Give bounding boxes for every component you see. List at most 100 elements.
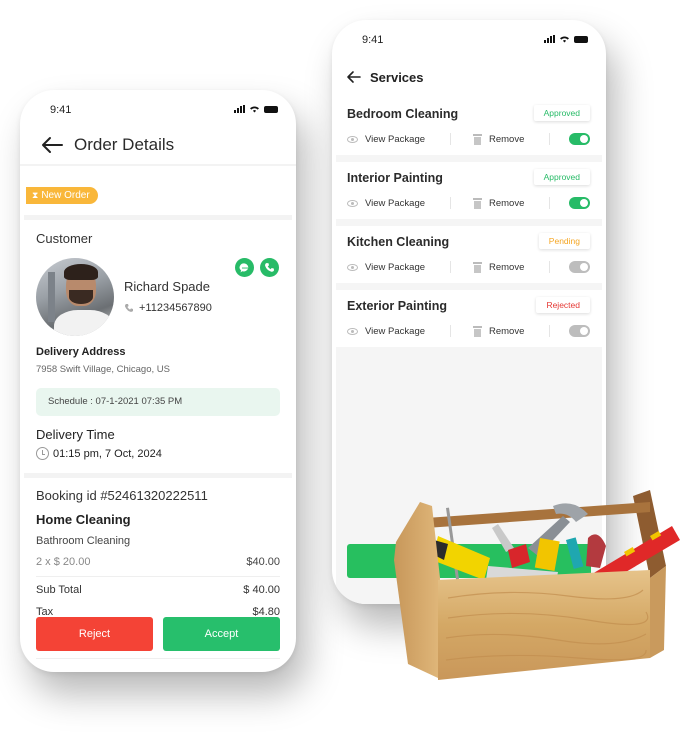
header: Order Details bbox=[20, 130, 296, 166]
back-arrow-icon[interactable] bbox=[346, 69, 362, 85]
page-title: Services bbox=[370, 70, 424, 85]
toolbox-handle bbox=[426, 502, 650, 528]
service-toggle[interactable] bbox=[569, 197, 590, 209]
customer-phone: +11234567890 bbox=[124, 302, 212, 314]
status-bar: 9:41 bbox=[20, 90, 296, 130]
service-title: Kitchen Cleaning bbox=[347, 235, 450, 249]
service-card: Interior Painting Approved View Package Rem… bbox=[336, 162, 602, 219]
status-badge: Rejected bbox=[536, 297, 590, 313]
remove-button[interactable]: Remove bbox=[473, 133, 549, 145]
line-total: $40.00 bbox=[246, 556, 280, 568]
order-details-phone: 9:41 Order Details ⧗ New Order Customer R… bbox=[20, 90, 296, 672]
trash-icon bbox=[473, 325, 482, 337]
view-package-label: View Package bbox=[365, 197, 426, 209]
toolbox-illustration bbox=[394, 490, 680, 680]
phone-call-icon bbox=[265, 263, 274, 272]
back-arrow-icon[interactable] bbox=[40, 135, 64, 155]
toolbox-front-panel bbox=[438, 570, 650, 680]
battery-icon bbox=[264, 106, 278, 113]
view-package-label: View Package bbox=[365, 261, 426, 273]
service-title: Bedroom Cleaning bbox=[347, 107, 459, 121]
delivery-time: 01:15 pm, 7 Oct, 2024 bbox=[36, 447, 162, 460]
eye-icon bbox=[347, 199, 358, 207]
trash-icon bbox=[473, 197, 482, 209]
accept-button[interactable]: Accept bbox=[163, 617, 280, 651]
service-actions: View Package Remove bbox=[347, 196, 590, 210]
delivery-time-value: 01:15 pm, 7 Oct, 2024 bbox=[53, 447, 162, 460]
service-name: Bathroom Cleaning bbox=[36, 535, 131, 547]
divider bbox=[549, 325, 550, 337]
signal-icon bbox=[234, 105, 245, 113]
service-actions: View Package Remove bbox=[347, 324, 590, 338]
customer-phone-number: +11234567890 bbox=[139, 302, 212, 314]
view-package-button[interactable]: View Package bbox=[347, 198, 450, 209]
schedule-box: Schedule : 07-1-2021 07:35 PM bbox=[36, 388, 280, 416]
status-badge: Pending bbox=[538, 233, 590, 249]
remove-label: Remove bbox=[489, 261, 525, 273]
customer-label: Customer bbox=[36, 231, 93, 246]
status-icons bbox=[234, 105, 278, 113]
divider bbox=[549, 261, 550, 273]
reject-button[interactable]: Reject bbox=[36, 617, 153, 651]
chat-button[interactable] bbox=[235, 258, 254, 277]
hourglass-icon: ⧗ bbox=[32, 190, 39, 200]
service-card: Bedroom Cleaning Approved View Package Remo… bbox=[336, 98, 602, 155]
service-title: Interior Painting bbox=[347, 171, 443, 185]
delivery-time-label: Delivery Time bbox=[36, 427, 115, 442]
remove-button[interactable]: Remove bbox=[473, 261, 549, 273]
trash-icon bbox=[473, 133, 482, 145]
divider bbox=[450, 325, 451, 337]
divider bbox=[36, 658, 280, 659]
delivery-address: 7958 Swift Village, Chicago, US bbox=[36, 364, 170, 375]
wifi-icon bbox=[560, 36, 569, 43]
battery-icon bbox=[574, 36, 588, 43]
remove-label: Remove bbox=[489, 197, 525, 209]
eye-icon bbox=[347, 263, 358, 271]
status-time: 9:41 bbox=[362, 34, 384, 46]
service-toggle[interactable] bbox=[569, 133, 590, 145]
wifi-icon bbox=[250, 106, 259, 113]
service-actions: View Package Remove bbox=[347, 260, 590, 274]
eye-icon bbox=[347, 327, 358, 335]
section-divider bbox=[24, 215, 292, 220]
header: Services bbox=[332, 60, 606, 98]
status-bar: 9:41 bbox=[332, 20, 606, 60]
new-order-badge: ⧗ New Order bbox=[26, 187, 98, 204]
remove-label: Remove bbox=[489, 325, 525, 337]
service-toggle[interactable] bbox=[569, 325, 590, 337]
toolbox-left-panel bbox=[394, 502, 440, 678]
divider bbox=[450, 261, 451, 273]
status-badge: Approved bbox=[533, 105, 590, 121]
delivery-address-label: Delivery Address bbox=[36, 346, 126, 358]
quantity-price: 2 x $ 20.00 bbox=[36, 556, 91, 568]
customer-avatar bbox=[36, 258, 114, 336]
divider bbox=[549, 133, 550, 145]
eye-icon bbox=[347, 135, 358, 143]
divider bbox=[549, 197, 550, 209]
remove-button[interactable]: Remove bbox=[473, 197, 549, 209]
status-time: 9:41 bbox=[50, 104, 72, 116]
section-divider bbox=[24, 473, 292, 478]
view-package-button[interactable]: View Package bbox=[347, 326, 450, 337]
service-category: Home Cleaning bbox=[36, 512, 131, 527]
remove-button[interactable]: Remove bbox=[473, 325, 549, 337]
booking-id: Booking id #52461320222511 bbox=[36, 488, 208, 503]
call-button[interactable] bbox=[260, 258, 279, 277]
status-icons bbox=[544, 35, 588, 43]
view-package-button[interactable]: View Package bbox=[347, 134, 450, 145]
trash-icon bbox=[473, 261, 482, 273]
divider bbox=[450, 133, 451, 145]
service-toggle[interactable] bbox=[569, 261, 590, 273]
phone-icon bbox=[124, 304, 133, 312]
view-package-button[interactable]: View Package bbox=[347, 262, 450, 273]
service-card: Kitchen Cleaning Pending View Package Remov… bbox=[336, 226, 602, 283]
page-title: Order Details bbox=[74, 135, 175, 154]
subtotal-label: Sub Total bbox=[36, 584, 82, 596]
remove-label: Remove bbox=[489, 133, 525, 145]
service-card: Exterior Painting Rejected View Package Rem… bbox=[336, 290, 602, 347]
view-package-label: View Package bbox=[365, 325, 426, 337]
divider bbox=[36, 576, 280, 577]
service-title: Exterior Painting bbox=[347, 299, 448, 313]
service-actions: View Package Remove bbox=[347, 132, 590, 146]
chat-icon bbox=[239, 262, 248, 272]
